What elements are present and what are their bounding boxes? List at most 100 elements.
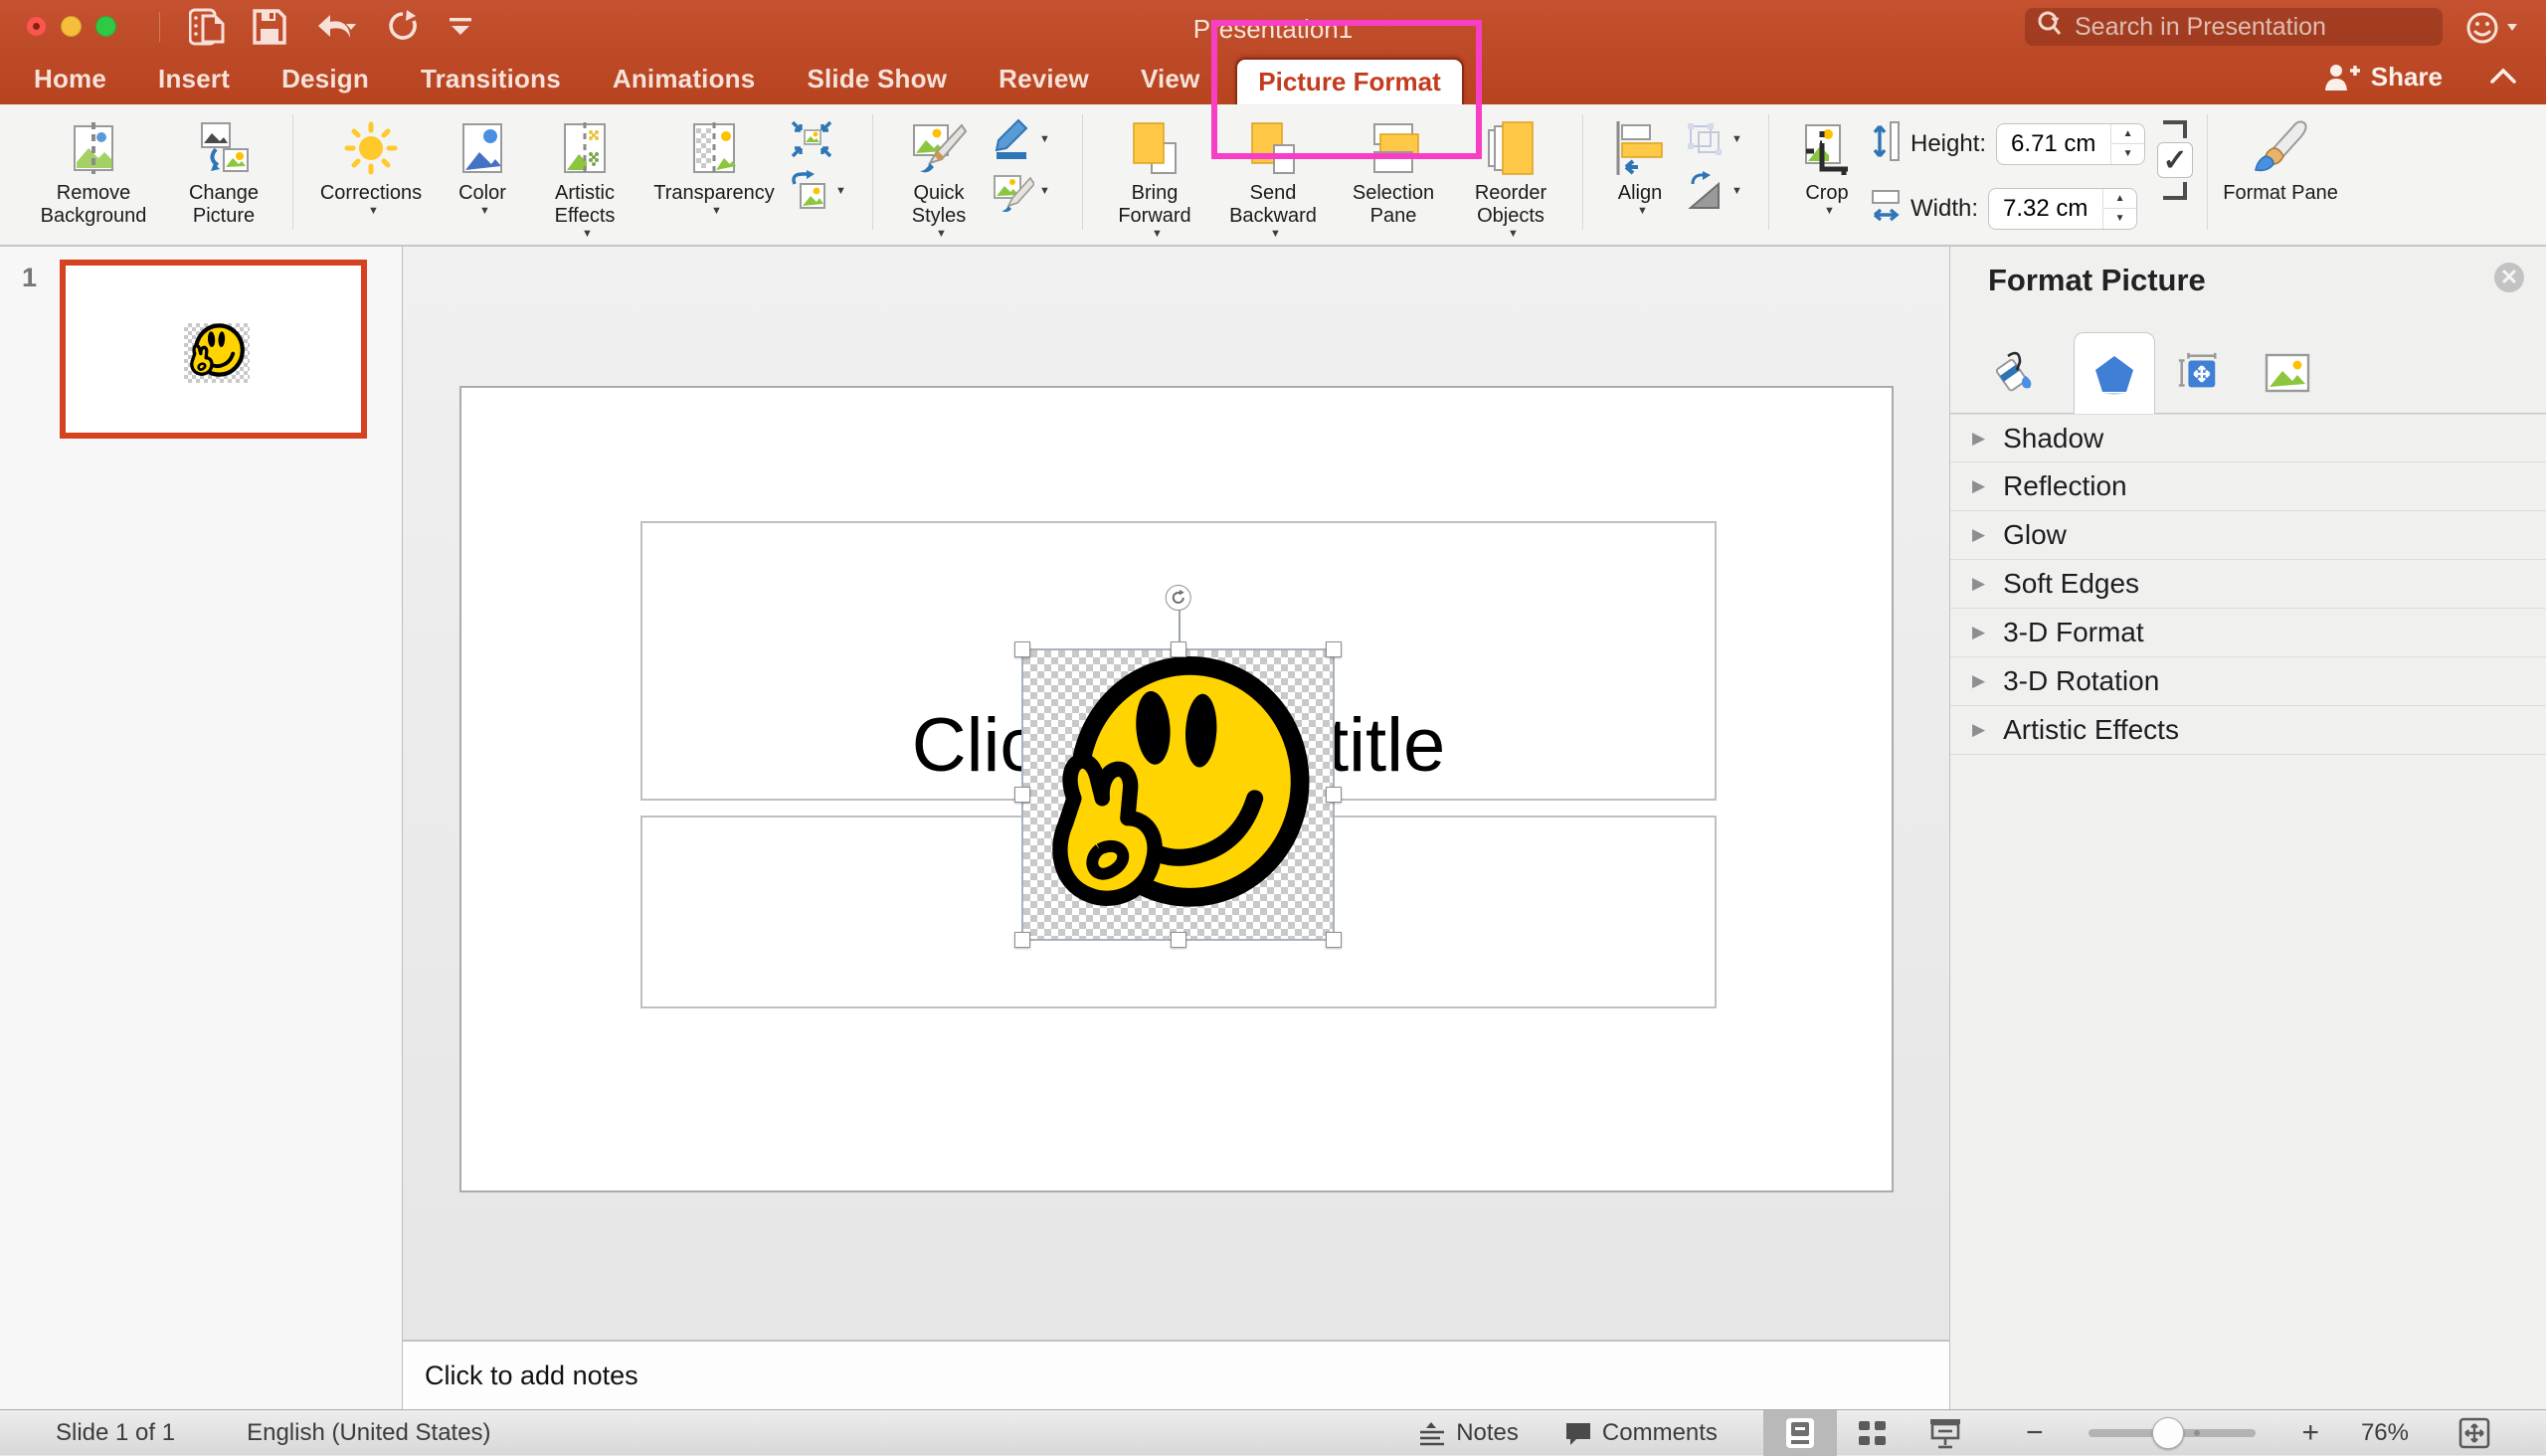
fit-to-window-icon (2458, 1417, 2490, 1449)
section-label: 3-D Rotation (2003, 665, 2159, 697)
lock-aspect-ratio-checkbox[interactable] (2157, 118, 2193, 234)
change-picture-button[interactable]: Change Picture (169, 108, 278, 228)
picture-tab[interactable] (2265, 350, 2310, 396)
zoom-percentage[interactable]: 76% (2339, 1419, 2409, 1447)
close-panel-icon[interactable]: ✕ (2494, 263, 2524, 292)
tab-design[interactable]: Design (281, 64, 369, 94)
transparency-button[interactable]: Transparency (639, 108, 789, 217)
section-soft-edges[interactable]: Soft Edges (1950, 560, 2546, 609)
notes-toggle-button[interactable]: Notes (1418, 1419, 1519, 1447)
slide-sorter-view-button[interactable] (1837, 1410, 1909, 1456)
reset-picture-button[interactable] (789, 170, 858, 212)
picture-border-button[interactable] (991, 118, 1068, 160)
fit-slide-to-window-button[interactable] (2439, 1410, 2510, 1456)
section-3d-rotation[interactable]: 3-D Rotation (1950, 657, 2546, 706)
share-button[interactable]: Share (2323, 62, 2443, 92)
ribbon-tabs: Home Insert Design Transitions Animation… (34, 54, 1200, 104)
compress-picture-button[interactable] (789, 118, 858, 160)
reorder-objects-button[interactable]: Reorder Objects (1453, 108, 1568, 240)
align-label: Align (1618, 182, 1662, 205)
comments-toggle-button[interactable]: Comments (1564, 1419, 1718, 1447)
language-indicator[interactable]: English (United States) (247, 1419, 490, 1447)
account-menu[interactable] (2464, 10, 2518, 46)
artistic-effects-button[interactable]: Artistic Effects (530, 108, 639, 240)
rotate-objects-button[interactable] (1683, 170, 1754, 212)
search-field[interactable]: Search in Presentation (2025, 8, 2443, 46)
align-button[interactable]: Align (1597, 108, 1683, 217)
zoom-slider[interactable] (2089, 1429, 2256, 1437)
collapse-ribbon-button[interactable] (2490, 68, 2516, 89)
tab-slide-show[interactable]: Slide Show (807, 64, 947, 94)
fill-line-tab[interactable] (1992, 350, 2038, 396)
slide-show-view-button[interactable] (1909, 1410, 1982, 1456)
slide-editing-surface[interactable]: Click to add title (459, 386, 1894, 1192)
slide-counter: Slide 1 of 1 (56, 1419, 175, 1447)
group-objects-button[interactable] (1683, 118, 1754, 160)
section-artistic-effects[interactable]: Artistic Effects (1950, 706, 2546, 755)
format-pane-button[interactable]: Format Pane (2222, 108, 2339, 205)
quick-styles-button[interactable]: Quick Styles (887, 108, 991, 240)
height-icon (1871, 118, 1901, 169)
selection-handle-sw[interactable] (1014, 932, 1030, 948)
tab-view[interactable]: View (1141, 64, 1200, 94)
remove-background-button[interactable]: Remove Background (18, 108, 169, 228)
slide-1-thumbnail[interactable] (60, 260, 367, 439)
zoom-slider-thumb[interactable] (2152, 1417, 2184, 1449)
section-label: Shadow (2003, 423, 2103, 455)
width-field[interactable]: 7.32 cm ▲▼ (1988, 188, 2137, 230)
tab-insert[interactable]: Insert (158, 64, 230, 94)
tab-review[interactable]: Review (999, 64, 1089, 94)
section-3d-format[interactable]: 3-D Format (1950, 609, 2546, 657)
selection-pane-button[interactable]: Selection Pane (1334, 108, 1453, 228)
format-panel-tabs (1950, 328, 2546, 414)
selection-handle-ne[interactable] (1326, 641, 1342, 657)
section-label: Reflection (2003, 470, 2127, 502)
effects-tab-selected[interactable] (2074, 332, 2155, 415)
comments-icon (1564, 1420, 1592, 1446)
lock-aspect-check-icon[interactable] (2157, 142, 2193, 178)
normal-view-button[interactable] (1763, 1410, 1837, 1456)
tab-animations[interactable]: Animations (613, 64, 756, 94)
tab-transitions[interactable]: Transitions (421, 64, 561, 94)
width-value[interactable]: 7.32 cm (1989, 195, 2102, 223)
rotation-handle[interactable] (1165, 585, 1190, 611)
selection-handle-s[interactable] (1171, 932, 1186, 948)
selected-picture[interactable] (1021, 648, 1335, 941)
selection-handle-w[interactable] (1014, 787, 1030, 803)
size-properties-tab[interactable] (2175, 350, 2221, 396)
width-increment[interactable]: ▲ (2103, 189, 2136, 209)
zoom-in-button[interactable] (2281, 1410, 2339, 1456)
section-glow[interactable]: Glow (1950, 511, 2546, 560)
bring-forward-button[interactable]: Bring Forward (1097, 108, 1212, 240)
send-backward-button[interactable]: Send Backward (1212, 108, 1334, 240)
color-button[interactable]: Color (435, 108, 530, 217)
section-label: Soft Edges (2003, 568, 2139, 600)
selection-handle-n[interactable] (1171, 641, 1186, 657)
width-steppers[interactable]: ▲▼ (2102, 189, 2136, 229)
tab-home[interactable]: Home (34, 64, 106, 94)
selection-handle-se[interactable] (1326, 932, 1342, 948)
selection-handle-e[interactable] (1326, 787, 1342, 803)
ribbon-tab-row: Home Insert Design Transitions Animation… (0, 54, 2546, 104)
section-shadow[interactable]: Shadow (1950, 414, 2546, 462)
zoom-out-button[interactable] (2006, 1410, 2064, 1456)
corrections-button[interactable]: Corrections (307, 108, 435, 217)
height-field[interactable]: 6.71 cm ▲▼ (1996, 123, 2145, 165)
height-value[interactable]: 6.71 cm (1997, 130, 2110, 158)
height-increment[interactable]: ▲ (2111, 124, 2144, 144)
picture-effects-button[interactable] (991, 170, 1068, 212)
slide-sorter-icon (1857, 1417, 1889, 1449)
tab-picture-format-active[interactable]: Picture Format (1235, 58, 1464, 104)
disclosure-triangle-icon (1972, 623, 1985, 642)
width-decrement[interactable]: ▼ (2103, 208, 2136, 229)
height-label: Height: (1910, 130, 1986, 158)
crop-button[interactable]: Crop (1783, 108, 1871, 217)
window-header: Presentation1 Search in Presentation Hom… (0, 0, 2546, 104)
notes-pane[interactable]: Click to add notes (403, 1340, 1949, 1409)
selection-handle-nw[interactable] (1014, 641, 1030, 657)
section-reflection[interactable]: Reflection (1950, 462, 2546, 511)
height-steppers[interactable]: ▲▼ (2110, 124, 2144, 164)
smiley-peace-image[interactable] (1029, 654, 1328, 937)
height-decrement[interactable]: ▼ (2111, 143, 2144, 164)
disclosure-triangle-icon (1972, 574, 1985, 594)
